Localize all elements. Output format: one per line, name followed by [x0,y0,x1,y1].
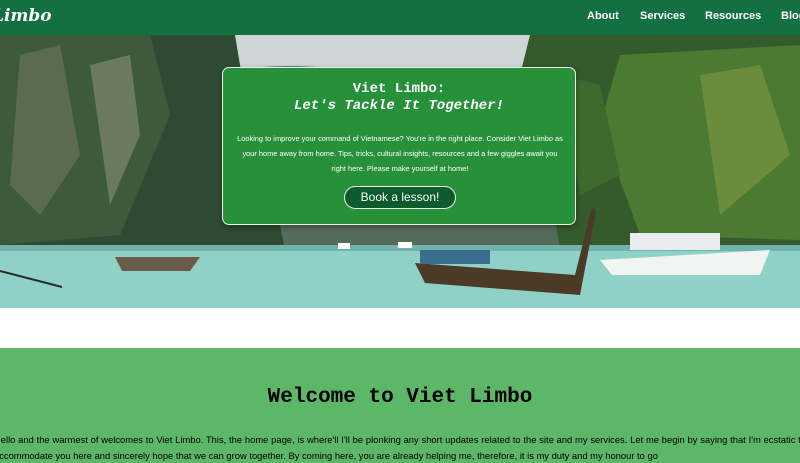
hero-card: Viet Limbo: Let's Tackle It Together! Lo… [222,67,576,225]
welcome-text: Hello and the warmest of welcomes to Vie… [0,434,800,461]
site-logo[interactable]: Limbo [0,6,52,26]
book-lesson-button[interactable]: Book a lesson! [344,186,456,209]
hero-tagline: Let's Tackle It Together! [293,98,505,114]
welcome-section: Welcome to Viet Limbo Hello and the warm… [0,348,800,463]
welcome-heading: Welcome to Viet Limbo [267,386,533,409]
nav-link-about[interactable]: About [587,10,619,22]
nav-link-services[interactable]: Services [640,10,685,22]
navbar: Limbo About Services Resources Blog [0,0,800,35]
hero-banner: Viet Limbo: Let's Tackle It Together! Lo… [0,35,800,308]
nav-link-resources[interactable]: Resources [705,10,761,22]
hero-title: Viet Limbo: [352,81,446,97]
hero-intro-text: Looking to improve your command of Vietn… [237,134,563,173]
nav-link-blog[interactable]: Blog [781,10,800,22]
